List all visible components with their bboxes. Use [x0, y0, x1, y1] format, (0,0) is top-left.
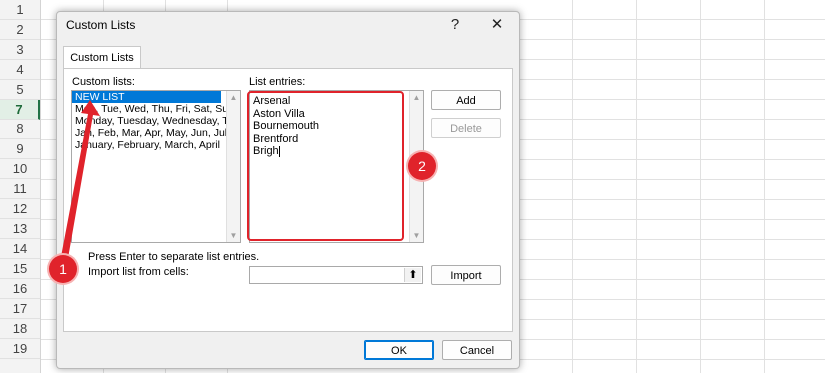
step-badge-2: 2	[408, 152, 436, 180]
step-badge-1: 1	[49, 255, 77, 283]
annotation-arrow	[60, 100, 100, 264]
list-entries-highlight	[247, 91, 404, 241]
red-arrow-icon	[60, 100, 100, 264]
